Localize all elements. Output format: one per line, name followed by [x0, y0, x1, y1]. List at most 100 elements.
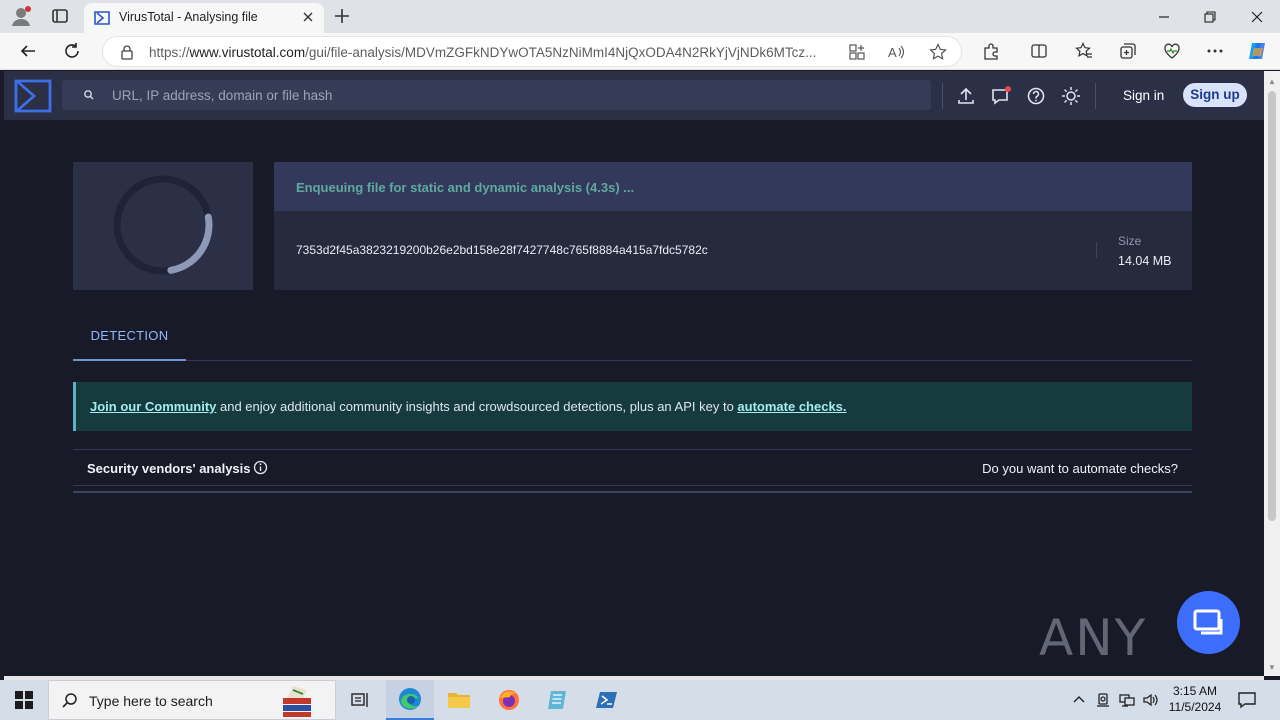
browser-toolbar: https://www.virustotal.com/gui/file-anal…: [0, 33, 1280, 70]
taskbar-firefox[interactable]: [485, 680, 533, 720]
help-icon[interactable]: [1025, 85, 1047, 107]
sign-up-button[interactable]: Sign up: [1183, 83, 1247, 107]
support-chat-button[interactable]: [1177, 591, 1240, 654]
settings-menu-button[interactable]: [1204, 40, 1226, 62]
size-value: 14.04 MB: [1118, 254, 1172, 268]
taskbar-search-box[interactable]: Type here to search: [48, 680, 336, 720]
address-bar[interactable]: https://www.virustotal.com/gui/file-anal…: [102, 36, 962, 67]
new-tab-icon[interactable]: [332, 6, 352, 26]
taskbar-search-placeholder: Type here to search: [89, 693, 213, 709]
tab-detection[interactable]: DETECTION: [73, 311, 186, 361]
device-icon[interactable]: [1095, 692, 1111, 708]
windows-taskbar: Type here to search 3:15 AM 11/5/2024: [0, 680, 1280, 720]
windows-logo-icon: [15, 691, 33, 709]
close-tab-icon[interactable]: [300, 9, 316, 25]
banner-middle-text: and enjoy additional community insights …: [216, 399, 738, 414]
size-label: Size: [1118, 234, 1142, 248]
minimize-button[interactable]: [1141, 0, 1187, 33]
file-hash[interactable]: 7353d2f45a3823219200b26e2bd158e28f742774…: [296, 243, 708, 257]
upload-icon[interactable]: [955, 85, 977, 107]
result-tabs: DETECTION: [73, 311, 1192, 361]
vendors-list-divider: [73, 491, 1192, 493]
favorites-button[interactable]: [1073, 40, 1095, 62]
split-screen-icon: [1031, 44, 1047, 58]
collections-icon: [1120, 43, 1136, 59]
app-available-icon[interactable]: [848, 43, 866, 61]
theme-toggle-icon[interactable]: [1060, 85, 1082, 107]
spinner-progress-arc: [113, 175, 213, 275]
firefox-icon: [499, 690, 519, 710]
extensions-button[interactable]: [980, 40, 1002, 62]
chat-icon[interactable]: [990, 85, 1012, 107]
more-dots-icon: [1207, 49, 1223, 53]
powershell-icon: [596, 692, 617, 708]
refresh-icon: [65, 43, 79, 58]
refresh-button[interactable]: [61, 40, 83, 62]
volume-icon[interactable]: [1142, 692, 1158, 708]
tab-title: VirusTotal - Analysing file: [119, 10, 258, 24]
profile-icon[interactable]: [10, 5, 32, 27]
browser-tab-strip: VirusTotal - Analysing file: [0, 0, 1280, 33]
search-highlight-icon: [283, 686, 311, 717]
virustotal-favicon-icon: [94, 11, 110, 25]
minimize-icon: [1159, 15, 1169, 18]
taskbar-file-explorer[interactable]: [435, 680, 483, 720]
virustotal-page: URL, IP address, domain or file hash Sig…: [4, 71, 1264, 720]
page-scrollbar[interactable]: ▲ ▼: [1264, 71, 1280, 676]
copilot-icon: [1249, 43, 1265, 59]
notification-center-icon[interactable]: [1237, 690, 1257, 710]
heart-pulse-icon: [1164, 43, 1180, 59]
edge-icon: [399, 688, 421, 710]
notepad-icon: [548, 691, 566, 709]
vendors-title: Security vendors' analysis: [87, 461, 251, 476]
sign-in-link[interactable]: Sign in: [1123, 88, 1164, 103]
chat-bubble-icon: [1193, 609, 1223, 635]
url-text[interactable]: https://www.virustotal.com/gui/file-anal…: [149, 45, 839, 60]
split-screen-button[interactable]: [1028, 40, 1050, 62]
divider: [1095, 83, 1096, 109]
system-clock[interactable]: 3:15 AM 11/5/2024: [1160, 683, 1230, 715]
clock-date: 11/5/2024: [1168, 700, 1222, 714]
browser-essentials-button[interactable]: [1161, 40, 1183, 62]
scroll-up-arrow-icon[interactable]: ▲: [1268, 77, 1276, 86]
community-banner: Join our Community and enjoy additional …: [73, 382, 1192, 431]
automate-checks-text[interactable]: Do you want to automate checks?: [982, 461, 1178, 476]
read-aloud-icon[interactable]: A: [887, 43, 905, 61]
lock-icon[interactable]: [119, 44, 135, 60]
file-info-panel: Enqueuing file for static and dynamic an…: [274, 162, 1192, 290]
taskbar-notepad-app[interactable]: [534, 680, 582, 720]
taskbar-powershell[interactable]: [583, 680, 631, 720]
restore-button[interactable]: [1187, 0, 1233, 33]
active-tab[interactable]: VirusTotal - Analysing file: [84, 3, 324, 33]
favorite-star-icon[interactable]: [929, 43, 947, 61]
loading-spinner-icon: [113, 175, 213, 275]
tab-actions-icon[interactable]: [50, 6, 70, 26]
join-community-link[interactable]: Join our Community: [90, 399, 216, 414]
search-input[interactable]: URL, IP address, domain or file hash: [62, 80, 931, 110]
taskbar-edge[interactable]: [386, 680, 434, 720]
collections-button[interactable]: [1117, 40, 1139, 62]
back-button[interactable]: [17, 40, 39, 62]
start-button[interactable]: [0, 680, 48, 720]
chevron-up-icon[interactable]: [1071, 692, 1087, 708]
scrollbar-thumb[interactable]: [1268, 91, 1276, 521]
virustotal-logo-icon[interactable]: [14, 79, 52, 113]
task-view-button[interactable]: [336, 680, 384, 720]
url-prefix: https://: [149, 45, 190, 60]
network-icon[interactable]: [1119, 692, 1135, 708]
task-view-icon: [351, 693, 368, 707]
svg-text:A: A: [888, 45, 897, 60]
analysis-spinner-panel: [73, 162, 253, 290]
folder-icon: [448, 693, 470, 708]
divider: [1096, 242, 1097, 258]
scroll-down-arrow-icon[interactable]: ▼: [1268, 663, 1276, 672]
status-header: Enqueuing file for static and dynamic an…: [274, 162, 1192, 211]
analysis-status-text: Enqueuing file for static and dynamic an…: [296, 180, 635, 195]
info-icon[interactable]: [253, 460, 268, 475]
copilot-button[interactable]: [1246, 40, 1268, 62]
automate-checks-link[interactable]: automate checks.: [737, 399, 846, 414]
url-domain: www.virustotal.com: [189, 45, 306, 60]
favorites-icon: [1075, 42, 1092, 58]
close-window-button[interactable]: [1234, 0, 1280, 33]
close-icon: [1251, 11, 1263, 22]
